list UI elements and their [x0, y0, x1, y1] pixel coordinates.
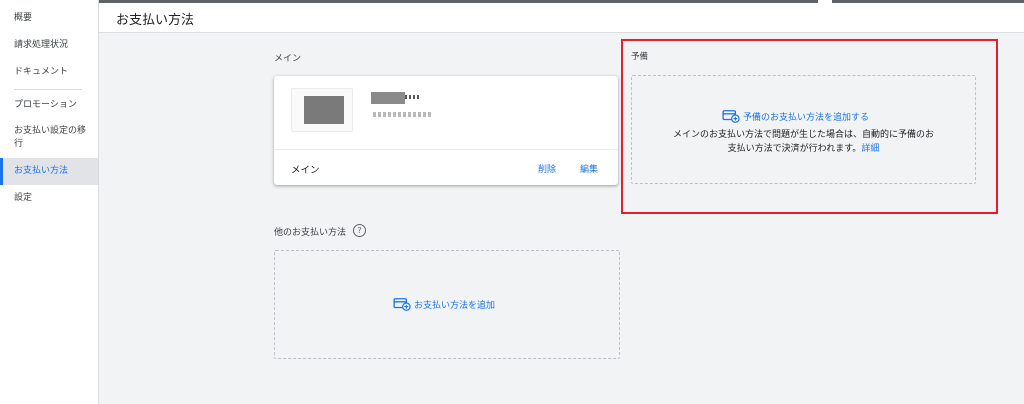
sidebar-item-payment-methods[interactable]: お支払い方法	[0, 158, 98, 185]
other-payment-section-label: 他のお支払い方法	[274, 228, 347, 238]
delete-button[interactable]: 削除	[538, 162, 556, 175]
sidebar-item-promotions[interactable]: プロモーション	[0, 99, 98, 112]
main-section-label: メイン	[274, 54, 302, 64]
help-circle-icon[interactable]: ?	[353, 224, 366, 237]
sidebar: 概要 請求処理状況 ドキュメント プロモーション お支払い設定の移行 お支払い方…	[0, 0, 99, 404]
add-payment-method-button[interactable]: お支払い方法を追加	[393, 297, 495, 311]
sidebar-item-billing-status[interactable]: 請求処理状況	[0, 39, 98, 52]
page-header: お支払い方法	[99, 0, 1024, 33]
sidebar-item-settings[interactable]: 設定	[0, 192, 98, 205]
card-name-redacted	[371, 92, 405, 104]
add-payment-method-label: お支払い方法を追加	[414, 300, 496, 311]
top-strip-gap	[818, 0, 832, 3]
highlight-annotation-box	[621, 39, 998, 214]
sidebar-item-documents[interactable]: ドキュメント	[0, 66, 98, 79]
other-payment-box: お支払い方法を追加	[274, 250, 620, 359]
card-thumbnail-redacted	[304, 96, 344, 124]
main-payment-card: メイン 削除 編集	[274, 76, 618, 185]
card-role-label: メイン	[291, 165, 320, 176]
card-thumbnail-frame	[291, 88, 353, 132]
sidebar-divider	[14, 89, 82, 90]
card-details-redacted	[373, 112, 433, 117]
page-title: お支払い方法	[116, 13, 195, 28]
credit-card-add-icon	[393, 298, 411, 311]
top-progress-strip	[99, 0, 1024, 3]
sidebar-item-payment-settings-migration[interactable]: お支払い設定の移行	[0, 125, 98, 151]
sidebar-item-overview[interactable]: 概要	[0, 12, 98, 25]
card-number-dots	[405, 95, 421, 99]
edit-button[interactable]: 編集	[580, 162, 598, 175]
card-footer: メイン 削除 編集	[274, 149, 618, 185]
